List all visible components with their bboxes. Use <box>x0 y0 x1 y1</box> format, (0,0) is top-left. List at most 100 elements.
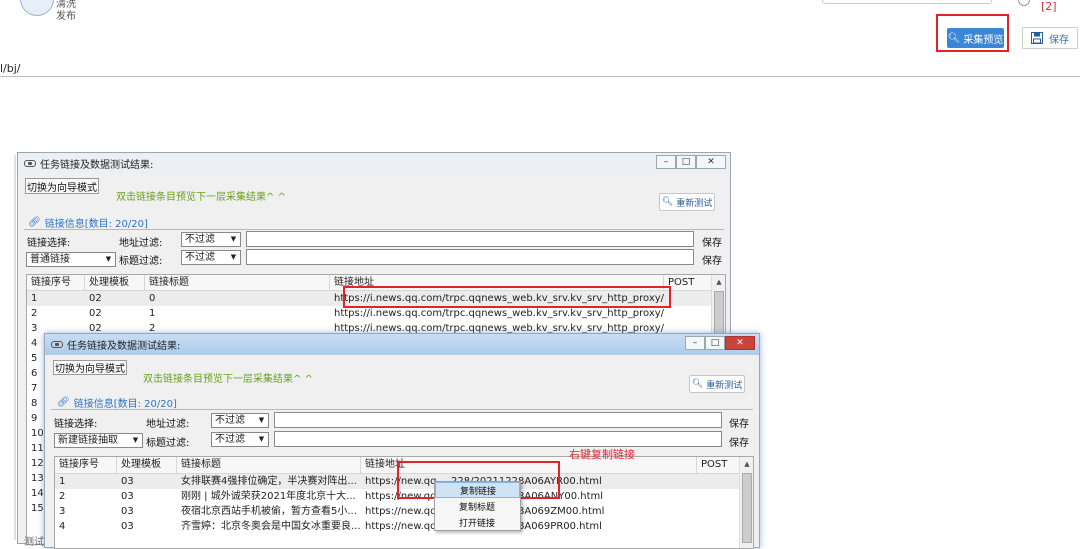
tab-link-info[interactable]: 🔗︎ 链接信息[数目: 20/20] <box>57 395 177 410</box>
window-app-icon <box>24 159 36 167</box>
close-button[interactable]: ✕ <box>725 336 755 350</box>
retest-button[interactable]: 🔍︎ 重新测试 <box>689 375 745 393</box>
title-filter-select[interactable]: 不过滤 ▼ <box>181 250 241 265</box>
column-header[interactable]: 处理模板 <box>117 457 177 473</box>
table-cell: 03 <box>121 521 134 532</box>
retest-button[interactable]: 🔍︎ 重新测试 <box>659 193 715 211</box>
retest-label: 重新测试 <box>676 198 713 209</box>
chevron-down-icon: ▼ <box>105 255 112 263</box>
column-header[interactable]: POST <box>697 457 741 473</box>
address-filter-select[interactable]: 不过滤 ▼ <box>181 232 241 247</box>
top-search-field[interactable] <box>822 0 992 4</box>
table-cell: 齐雪婷：北京冬奥会是中国女冰重要良... <box>181 521 361 532</box>
link-select-label: 链接选择: <box>27 238 71 249</box>
tab-link-info-label: 链接信息[数目: 20/20] <box>73 399 177 410</box>
table-cell: 03 <box>121 476 134 487</box>
logo-icon <box>20 0 54 16</box>
column-header[interactable]: 链接标题 <box>177 457 361 473</box>
link-address-cell: https://new.qq 228/20211228A069PR00.html <box>361 519 697 534</box>
save-address-filter-button[interactable]: 保存 <box>702 234 722 249</box>
column-header[interactable]: 链接标题 <box>145 275 330 290</box>
table-cell: 02 <box>89 293 102 304</box>
title-filter-label: 标题过滤: <box>119 256 163 267</box>
address-filter-input[interactable] <box>274 412 722 428</box>
double-click-hint: 双击链接条目预览下一层采集结果^ ^ <box>116 192 286 203</box>
info-icon[interactable] <box>1018 0 1030 6</box>
scroll-thumb[interactable] <box>742 473 752 543</box>
address-filter-value: 不过滤 <box>215 415 245 426</box>
maximize-button[interactable]: □ <box>676 155 696 169</box>
column-header[interactable]: POST <box>664 275 713 290</box>
title-filter-input[interactable] <box>246 249 694 265</box>
link-icon: 🔗︎ <box>57 397 70 408</box>
table-row[interactable]: 3 03 夜宿北京西站手机被偷，暂方查看5小... https://new.qq 228… <box>55 504 753 519</box>
save-button[interactable]: 保存 <box>1022 27 1078 49</box>
link-icon: 🔗︎ <box>28 217 41 228</box>
column-header[interactable]: 链接序号 <box>27 275 85 290</box>
chevron-down-icon: ▼ <box>258 416 265 424</box>
column-header[interactable]: 处理模板 <box>85 275 145 290</box>
address-filter-label: 地址过滤: <box>146 419 190 430</box>
window-titlebar[interactable]: 任务链接及数据测试结果: – □ ✕ <box>18 153 730 173</box>
guide-mode-button[interactable]: 切换为向导模式 <box>25 178 99 194</box>
close-button[interactable]: ✕ <box>696 155 726 169</box>
column-header[interactable]: 链接序号 <box>55 457 117 473</box>
title-filter-value: 不过滤 <box>215 434 245 445</box>
link-select-value: 新建链接抽取 <box>58 435 118 446</box>
window-controls: – □ ✕ <box>685 336 755 351</box>
link-select-label: 链接选择: <box>54 419 98 430</box>
save-address-filter-button[interactable]: 保存 <box>729 415 749 430</box>
status-label: 测试 <box>24 537 44 548</box>
logo-text: 清洗 发布 <box>56 0 76 22</box>
logo-text-line2: 发布 <box>56 11 76 22</box>
window-title: 任务链接及数据测试结果: <box>40 159 154 171</box>
address-filter-select[interactable]: 不过滤 ▼ <box>211 413 269 428</box>
context-menu-copy-title[interactable]: 复制标题 <box>435 498 520 514</box>
table-cell: 03 <box>121 491 134 502</box>
table-row[interactable]: 2 02 1 https://i.news.qq.com/trpc.qqnews_we… <box>27 306 725 321</box>
divider <box>0 76 1080 77</box>
save-label: 保存 <box>1049 34 1069 46</box>
tab-divider <box>51 409 753 410</box>
minimize-button[interactable]: – <box>685 336 705 350</box>
link-address-highlight <box>343 286 671 308</box>
context-menu-copy-link[interactable]: 复制链接 <box>435 482 520 498</box>
logo-text-line1: 清洗 <box>56 0 76 10</box>
context-menu: 复制链接 复制标题 打开链接 <box>434 481 521 531</box>
floppy-disk-icon <box>1031 32 1043 44</box>
table-cell: 02 <box>89 308 102 319</box>
chevron-down-icon: ▼ <box>132 436 139 444</box>
window-title: 任务链接及数据测试结果: <box>67 341 181 352</box>
search-icon: 🔍︎ <box>691 379 704 389</box>
window-titlebar[interactable]: 任务链接及数据测试结果: – □ ✕ <box>45 334 759 355</box>
table-cell: 4 <box>59 521 66 532</box>
collect-preview-button[interactable]: 🔍︎ 采集预览 <box>947 28 1004 48</box>
save-title-filter-button[interactable]: 保存 <box>729 434 749 449</box>
table-cell: 女排联赛4强排位确定，半决赛对阵出... <box>181 476 357 487</box>
title-filter-value: 不过滤 <box>185 252 215 263</box>
title-filter-label: 标题过滤: <box>146 438 190 449</box>
guide-mode-button[interactable]: 切换为向导模式 <box>53 360 127 375</box>
context-menu-open-link[interactable]: 打开链接 <box>435 514 520 530</box>
table-cell: 0 <box>149 293 156 304</box>
link-select-dropdown[interactable]: 新建链接抽取 ▼ <box>54 433 143 448</box>
scroll-up-icon[interactable]: ▲ <box>740 457 753 471</box>
count-badge: [2] <box>1041 0 1057 13</box>
table-cell: 3 <box>59 506 66 517</box>
double-click-hint: 双击链接条目预览下一层采集结果^ ^ <box>143 374 313 385</box>
minimize-button[interactable]: – <box>656 155 676 169</box>
maximize-button[interactable]: □ <box>705 336 725 350</box>
link-select-dropdown[interactable]: 普通链接 ▼ <box>26 252 116 267</box>
chevron-down-icon: ▼ <box>258 435 265 443</box>
tab-link-info[interactable]: 🔗︎ 链接信息[数目: 20/20] <box>28 215 148 230</box>
title-filter-select[interactable]: 不过滤 ▼ <box>211 432 269 447</box>
save-title-filter-button[interactable]: 保存 <box>702 252 722 267</box>
address-filter-input[interactable] <box>246 231 694 247</box>
top-toolbar: 清洗 发布 [2] 🔍︎ 采集预览 保存 l/bj/ <box>0 0 1080 77</box>
scroll-up-icon[interactable]: ▲ <box>712 275 725 289</box>
vertical-scrollbar[interactable]: ▲ <box>739 457 753 548</box>
table-cell: 刚刚 | 城外诚荣获2021年度北京十大... <box>181 491 356 502</box>
table-row[interactable]: 4 03 齐雪婷：北京冬奥会是中国女冰重要良... https://new.qq 228… <box>55 519 753 534</box>
table-cell: 2 <box>31 308 38 319</box>
title-filter-input[interactable] <box>274 431 722 447</box>
